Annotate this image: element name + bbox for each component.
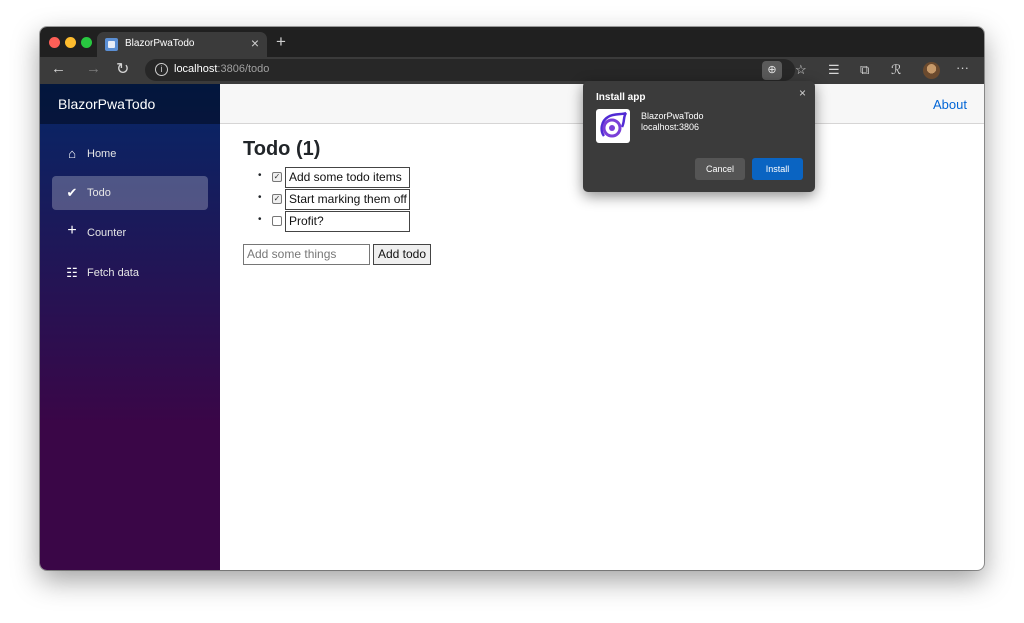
collections-icon[interactable]: ⧉ bbox=[860, 62, 869, 78]
info-icon[interactable]: i bbox=[155, 63, 168, 76]
dialog-title: Install app bbox=[596, 92, 646, 103]
sidebar: BlazorPwaTodo ⌂ Home ✔ Todo + Counter ☷ … bbox=[40, 84, 220, 570]
bullet: • bbox=[258, 214, 262, 225]
zoom-window-button[interactable] bbox=[81, 37, 92, 48]
new-todo-input[interactable]: Add some things bbox=[243, 244, 370, 265]
sidebar-item-label: Home bbox=[87, 148, 117, 160]
tab-title: BlazorPwaTodo bbox=[125, 38, 195, 49]
plus-icon: + bbox=[67, 222, 77, 239]
sidebar-item-todo[interactable]: ✔ Todo bbox=[52, 176, 208, 210]
favorites-list-icon[interactable]: ☰ bbox=[828, 62, 840, 78]
home-icon: ⌂ bbox=[68, 146, 76, 161]
todo-checkbox[interactable]: ✓ bbox=[272, 194, 282, 204]
tab-strip: BlazorPwaTodo × + bbox=[40, 27, 984, 57]
bullet: • bbox=[258, 170, 262, 181]
tab-close-icon[interactable]: × bbox=[251, 35, 259, 51]
bullet: • bbox=[258, 192, 262, 203]
minimize-window-button[interactable] bbox=[65, 37, 76, 48]
brand-bar: BlazorPwaTodo bbox=[40, 84, 220, 124]
browser-toolbar: ← → ↻ i localhost:3806/todo ⊕ ☆ ☰ ⧉ ℛ ··… bbox=[40, 57, 984, 84]
sidebar-item-label: Counter bbox=[87, 227, 127, 239]
sidebar-item-label: Fetch data bbox=[87, 267, 139, 279]
todo-text-input[interactable]: Start marking them off t bbox=[285, 189, 410, 210]
url-host: localhost bbox=[174, 63, 218, 75]
app-host: localhost:3806 bbox=[641, 122, 700, 132]
brand-link[interactable]: BlazorPwaTodo bbox=[58, 96, 155, 112]
sidebar-item-fetch-data[interactable]: ☷ Fetch data bbox=[52, 256, 208, 290]
todo-text-input[interactable]: Add some todo items bbox=[285, 167, 410, 188]
list-icon: ☷ bbox=[66, 265, 78, 280]
install-button[interactable]: Install bbox=[752, 158, 803, 180]
profile-avatar-icon[interactable] bbox=[923, 62, 940, 79]
page-favicon-icon bbox=[105, 38, 118, 51]
todo-checkbox[interactable] bbox=[272, 216, 282, 226]
url-path: :3806/todo bbox=[217, 63, 270, 75]
new-tab-icon[interactable]: + bbox=[276, 32, 286, 52]
add-todo-button[interactable]: Add todo bbox=[373, 244, 431, 265]
sidebar-item-counter[interactable]: + Counter bbox=[52, 216, 208, 250]
more-menu-icon[interactable]: ··· bbox=[956, 60, 969, 75]
todo-checkbox[interactable]: ✓ bbox=[272, 172, 282, 182]
app-name: BlazorPwaTodo bbox=[641, 111, 704, 121]
browser-window: BlazorPwaTodo × + ← → ↻ i localhost:3806… bbox=[40, 27, 984, 570]
close-icon[interactable]: × bbox=[799, 86, 806, 100]
address-bar[interactable]: i localhost:3806/todo bbox=[145, 59, 795, 81]
forward-arrow-icon[interactable]: → bbox=[86, 60, 101, 77]
todo-text-input[interactable]: Profit? bbox=[285, 211, 410, 232]
favorite-star-icon[interactable]: ☆ bbox=[795, 62, 807, 78]
check-circle-icon: ✔ bbox=[66, 185, 78, 200]
blazor-app-icon bbox=[596, 109, 630, 143]
web-page: BlazorPwaTodo ⌂ Home ✔ Todo + Counter ☷ … bbox=[40, 84, 984, 570]
browser-tab[interactable]: BlazorPwaTodo × bbox=[97, 32, 267, 57]
page-title: Todo (1) bbox=[243, 138, 321, 160]
back-arrow-icon[interactable]: ← bbox=[51, 60, 66, 77]
sidebar-item-home[interactable]: ⌂ Home bbox=[52, 137, 208, 171]
install-app-dialog: Install app × BlazorPwaTodo localhost:38… bbox=[583, 81, 815, 192]
close-window-button[interactable] bbox=[49, 37, 60, 48]
refresh-icon[interactable]: ↻ bbox=[116, 59, 129, 79]
sidebar-item-label: Todo bbox=[87, 187, 111, 199]
about-link[interactable]: About bbox=[933, 97, 967, 112]
url-text: localhost:3806/todo bbox=[174, 63, 269, 75]
install-app-icon[interactable]: ⊕ bbox=[762, 61, 782, 80]
cancel-button[interactable]: Cancel bbox=[695, 158, 745, 180]
read-aloud-icon[interactable]: ℛ bbox=[891, 62, 901, 78]
